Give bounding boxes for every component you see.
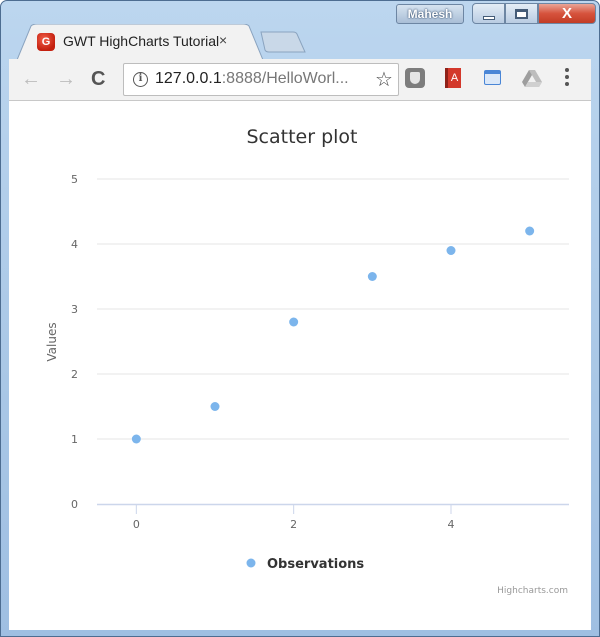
data-point[interactable] [289, 317, 299, 327]
chart-title: Scatter plot [246, 126, 357, 148]
x-tick-label: 0 [133, 518, 140, 531]
browser-window: Mahesh X G GWT HighCharts Tutorial × ← →… [0, 0, 600, 637]
data-point[interactable] [525, 226, 535, 236]
legend[interactable]: Observations [246, 557, 365, 572]
data-point[interactable] [446, 246, 456, 255]
scatter-chart: Scatter plot 0 1 2 3 4 5 0 2 4 Values Observati… [45, 126, 569, 596]
highcharts-credits-link[interactable]: Highcharts.com [497, 586, 568, 596]
legend-marker-observations [246, 558, 256, 568]
legend-item-observations[interactable]: Observations [267, 557, 364, 572]
data-point[interactable] [210, 402, 220, 411]
x-tick-label: 4 [448, 518, 455, 531]
data-point[interactable] [367, 272, 377, 281]
x-tick-label: 2 [290, 518, 297, 531]
y-tick-label: 4 [71, 238, 78, 251]
page-content: Scatter plot 0 1 2 3 4 5 0 2 4 Values Observati… [9, 101, 591, 630]
grid-lines [97, 178, 569, 440]
y-axis-ticks: 0 1 2 3 4 5 [71, 173, 78, 511]
series-observations [131, 226, 535, 444]
data-point[interactable] [131, 434, 141, 444]
y-tick-label: 5 [71, 173, 78, 186]
y-tick-label: 1 [71, 433, 78, 446]
y-tick-label: 3 [71, 303, 78, 316]
y-axis-title: Values [45, 322, 59, 361]
y-tick-label: 2 [71, 368, 78, 381]
x-axis: 0 2 4 [97, 503, 569, 531]
y-tick-label: 0 [71, 498, 78, 511]
